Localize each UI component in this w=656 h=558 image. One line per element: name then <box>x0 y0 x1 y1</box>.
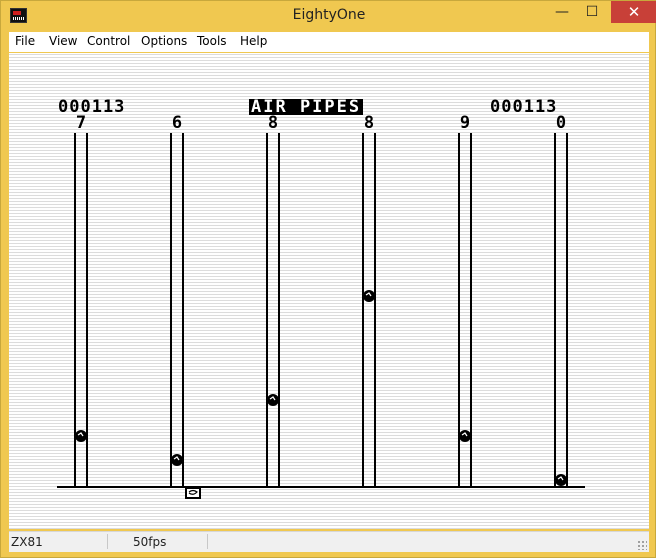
ball <box>555 474 567 486</box>
ball <box>267 394 279 406</box>
menu-help[interactable]: Help <box>240 34 267 48</box>
menu-file[interactable]: File <box>15 34 35 48</box>
menu-bar: File View Control Options Tools Help <box>9 32 649 52</box>
minimize-button[interactable]: — <box>547 1 577 23</box>
emulator-window: EightyOne — ☐ ✕ File View Control Option… <box>0 0 656 558</box>
status-bar: ZX81 50fps <box>9 531 649 552</box>
ball <box>363 290 375 302</box>
status-fps: 50fps <box>133 535 167 549</box>
emulator-screen[interactable]: 000113 AIR PIPES 000113 7 6 8 8 9 0 <box>9 53 649 529</box>
menu-control[interactable]: Control <box>87 34 130 48</box>
menu-view[interactable]: View <box>49 34 77 48</box>
pipe <box>266 133 280 487</box>
ball <box>171 454 183 466</box>
pipe <box>362 133 376 487</box>
ball <box>75 430 87 442</box>
menu-tools[interactable]: Tools <box>197 34 227 48</box>
status-divider <box>107 534 108 549</box>
close-button[interactable]: ✕ <box>611 1 656 23</box>
title-bar[interactable]: EightyOne — ☐ ✕ <box>1 1 656 32</box>
menu-options[interactable]: Options <box>141 34 187 48</box>
maximize-button[interactable]: ☐ <box>577 1 607 23</box>
ball <box>459 430 471 442</box>
minimize-icon: — <box>555 4 569 20</box>
playfield <box>57 133 585 499</box>
close-icon: ✕ <box>627 3 641 21</box>
maximize-icon: ☐ <box>585 4 599 20</box>
status-divider <box>207 534 208 549</box>
status-machine: ZX81 <box>11 535 43 549</box>
resize-grip-icon[interactable] <box>637 540 647 550</box>
pipe <box>554 133 568 487</box>
player-pump <box>185 487 201 499</box>
pipe <box>170 133 184 487</box>
